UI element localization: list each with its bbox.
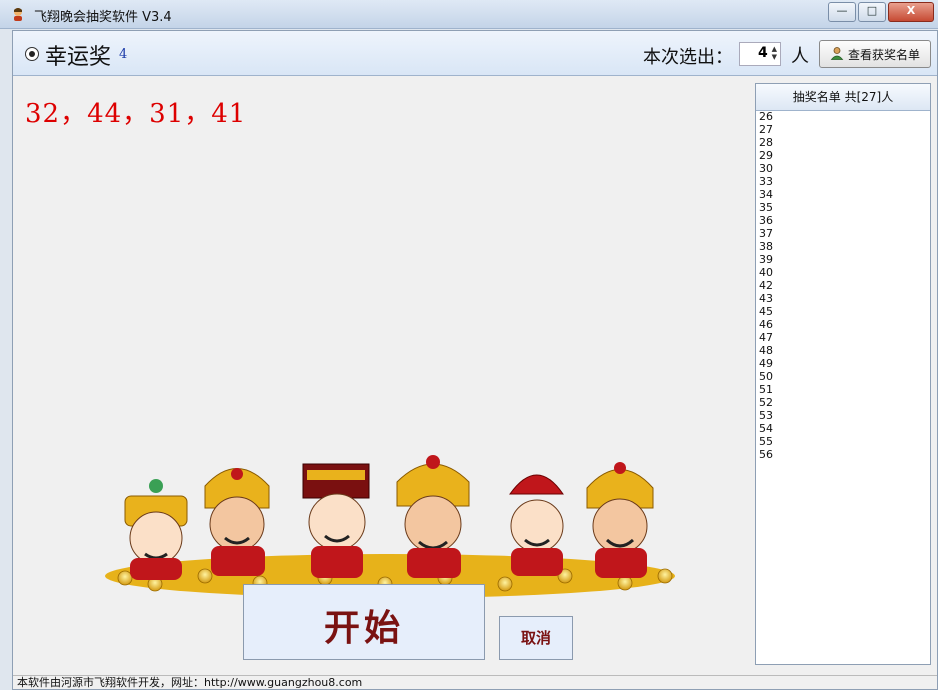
view-winners-label: 查看获奖名单 [848, 48, 921, 62]
list-item[interactable]: 26 [759, 110, 773, 123]
list-item[interactable]: 45 [759, 305, 773, 318]
list-item[interactable]: 43 [759, 292, 773, 305]
list-item[interactable]: 54 [759, 422, 773, 435]
view-winners-button[interactable]: 查看获奖名单 [819, 40, 931, 68]
prize-name: 幸运奖 [45, 45, 112, 70]
start-button-label: 开始 [323, 608, 404, 649]
list-item[interactable]: 49 [759, 357, 773, 370]
list-item[interactable]: 55 [759, 435, 773, 448]
list-item[interactable]: 42 [759, 279, 773, 292]
list-item[interactable]: 51 [759, 383, 773, 396]
list-item[interactable]: 52 [759, 396, 773, 409]
spin-arrows-icon[interactable]: ▲ ▼ [772, 45, 777, 61]
draw-result: 32，44，31，41 [25, 99, 247, 129]
list-item[interactable]: 29 [759, 149, 773, 162]
list-item[interactable]: 36 [759, 214, 773, 227]
list-item[interactable]: 46 [759, 318, 773, 331]
window-title: 飞翔晚会抽奖软件 V3.4 [34, 10, 172, 25]
participant-list-header: 抽奖名单 共[27]人 [756, 84, 930, 111]
select-count-label: 本次选出： [643, 47, 733, 68]
list-item[interactable]: 37 [759, 227, 773, 240]
radio-icon[interactable] [25, 47, 39, 61]
people-unit-label: 人 [791, 46, 809, 67]
person-icon [830, 47, 844, 60]
list-item[interactable]: 35 [759, 201, 773, 214]
cancel-button[interactable]: 取消 [499, 616, 573, 660]
participant-panel: 抽奖名单 共[27]人 26 27 28 29 30 33 34 35 36 3… [755, 83, 931, 665]
main-window: 幸运奖 4 本次选出： 4 ▲ ▼ 人 查看获奖名单 32，44，31，41 开… [12, 30, 938, 690]
select-count-stepper[interactable]: 4 ▲ ▼ [739, 42, 781, 66]
participant-list[interactable]: 26 27 28 29 30 33 34 35 36 37 38 39 40 4… [759, 110, 773, 461]
maximize-button[interactable]: □ [858, 2, 886, 22]
list-item[interactable]: 30 [759, 162, 773, 175]
list-item[interactable]: 56 [759, 448, 773, 461]
list-item[interactable]: 27 [759, 123, 773, 136]
list-item[interactable]: 40 [759, 266, 773, 279]
minimize-button[interactable]: — [828, 2, 856, 22]
title-bar[interactable]: 飞翔晚会抽奖软件 V3.4 — □ X [0, 0, 938, 29]
list-item[interactable]: 53 [759, 409, 773, 422]
list-item[interactable]: 38 [759, 240, 773, 253]
list-item[interactable]: 48 [759, 344, 773, 357]
select-count-value: 4 [758, 45, 768, 61]
status-bar: 本软件由河源市飞翔软件开发，网址：http://www.guangzhou8.c… [13, 675, 937, 689]
list-item[interactable]: 47 [759, 331, 773, 344]
prize-count: 4 [119, 47, 128, 62]
start-button[interactable]: 开始 [243, 584, 485, 660]
close-button[interactable]: X [888, 2, 934, 22]
list-item[interactable]: 34 [759, 188, 773, 201]
window-controls: — □ X [828, 2, 934, 22]
list-item[interactable]: 33 [759, 175, 773, 188]
list-item[interactable]: 28 [759, 136, 773, 149]
prize-toolbar: 幸运奖 4 本次选出： 4 ▲ ▼ 人 查看获奖名单 [13, 31, 937, 76]
app-icon [14, 8, 22, 21]
list-item[interactable]: 50 [759, 370, 773, 383]
list-item[interactable]: 39 [759, 253, 773, 266]
